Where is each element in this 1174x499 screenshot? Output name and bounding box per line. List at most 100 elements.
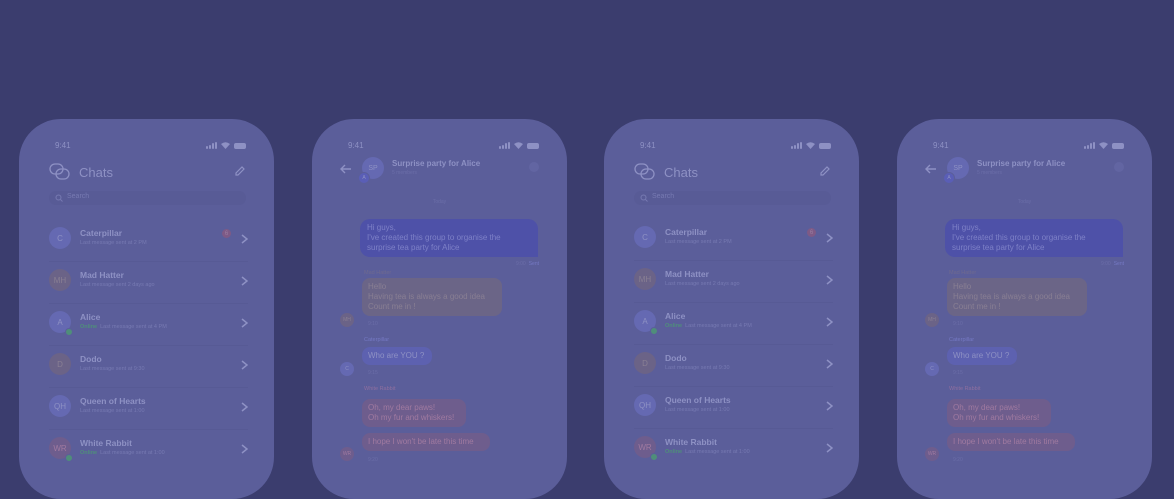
compose-icon[interactable] [234,165,246,177]
search-input[interactable]: Search [49,191,246,205]
message-time: 9:15 [953,370,963,376]
member-avatar: A [943,172,955,184]
chat-item-dodo[interactable]: D Dodo Last message sent at 9:30 [634,347,833,387]
divider [634,344,833,345]
chat-name: White Rabbit [665,437,717,447]
chat-item-dodo[interactable]: D Dodo Last message sent at 9:30 [49,348,248,388]
avatar: WR [925,447,939,461]
chat-item-alice[interactable]: A Alice Online Last message sent at 4 PM [634,305,833,345]
chat-subtitle: Online Last message sent at 1:00 [80,450,165,456]
chevron-right-icon [826,401,833,411]
chat-subtitle: Last message sent at 2 PM [665,239,732,245]
search-icon [55,194,63,202]
page-title: Chats [664,165,698,180]
avatar: C [634,226,656,248]
sender-name: Mad Hatter [949,270,977,276]
sender-name: Mad Hatter [364,270,392,276]
avatar: MH [340,313,354,327]
chevron-right-icon [826,443,833,453]
online-label: Online [665,323,683,329]
status-time: 9:41 [640,141,656,150]
message-time: 9:10 [953,321,963,327]
info-icon[interactable] [1114,162,1124,172]
divider [49,345,248,346]
chat-name: Caterpillar [665,227,708,237]
divider [634,428,833,429]
incoming-message: Oh, my dear paws! Oh my fur and whiskers… [362,399,466,427]
back-arrow-icon[interactable] [925,164,937,174]
battery-icon [527,142,539,149]
status-time: 9:41 [348,141,364,150]
chevron-right-icon [241,360,248,370]
wifi-icon [1099,142,1108,149]
message-line: Oh, my dear paws! [953,403,1021,412]
chat-subtitle: Last message sent at 1:00 [80,408,145,414]
chats-icon [634,163,655,180]
message-line: Count me in ! [953,302,1001,311]
conversation-header: SP A Surprise party for Alice 5 members [925,155,1124,185]
online-indicator [65,454,73,462]
chat-name: White Rabbit [80,438,132,448]
divider [634,260,833,261]
back-arrow-icon[interactable] [340,164,352,174]
chat-item-white-rabbit[interactable]: WR White Rabbit Online Last message sent … [634,431,833,471]
message-line: Oh my fur and whiskers! [368,413,455,422]
chat-subtitle: Last message sent 2 days ago [80,282,155,288]
wifi-icon [806,142,815,149]
sent-status: Sent [1113,261,1124,267]
message-line: Count me in ! [368,302,416,311]
online-label: Online [665,449,683,455]
online-indicator [650,327,658,335]
message-time: 9:10 [368,321,378,327]
chat-item-mad-hatter[interactable]: MH Mad Hatter Last message sent 2 days a… [634,263,833,303]
chat-item-caterpillar[interactable]: C Caterpillar Last message sent at 2 PM … [634,221,833,261]
incoming-message: Who are YOU ? [947,347,1017,365]
battery-icon [234,142,246,149]
chat-item-caterpillar[interactable]: C Caterpillar Last message sent at 2 PM … [49,222,248,262]
chevron-right-icon [241,444,248,454]
online-indicator [650,453,658,461]
message-line: surprise tea party for Alice [367,243,460,252]
search-placeholder: Search [67,193,90,200]
compose-icon[interactable] [819,165,831,177]
unread-badge: 6 [807,228,816,237]
message-line: Who are YOU ? [368,351,425,360]
chat-item-queen-of-hearts[interactable]: QH Queen of Hearts Last message sent at … [49,390,248,430]
page-title: Chats [79,165,113,180]
status-bar: 9:41 [55,141,246,153]
conversation-title: Surprise party for Alice [392,159,481,168]
chevron-right-icon [826,359,833,369]
chat-subtitle: Online Last message sent at 4 PM [80,324,167,330]
outgoing-message: Hi guys, I've created this group to orga… [945,219,1123,257]
incoming-message: Oh, my dear paws! Oh my fur and whiskers… [947,399,1051,427]
incoming-message: Hello Having tea is always a good idea C… [947,278,1087,316]
message-line: I hope I won't be late this time [953,437,1059,446]
conversation-title: Surprise party for Alice [977,159,1066,168]
avatar: D [49,353,71,375]
chat-item-queen-of-hearts[interactable]: QH Queen of Hearts Last message sent at … [634,389,833,429]
status-bar: 9:41 [640,141,831,153]
chat-subtitle: Last message sent at 1:00 [665,407,730,413]
avatar: MH [925,313,939,327]
chat-item-white-rabbit[interactable]: WR White Rabbit Online Last message sent … [49,432,248,472]
chat-name: Dodo [80,354,102,364]
chat-name: Caterpillar [80,228,123,238]
message-line: Having tea is always a good idea [953,292,1070,301]
message-line: Hi guys, [367,223,396,232]
sender-name: White Rabbit [364,386,396,392]
chat-subtitle: Online Last message sent at 1:00 [665,449,750,455]
chat-item-mad-hatter[interactable]: MH Mad Hatter Last message sent 2 days a… [49,264,248,304]
signal-icon [1084,142,1095,149]
last-message-time: Last message sent at 4 PM [100,324,167,330]
info-icon[interactable] [529,162,539,172]
search-input[interactable]: Search [634,191,831,205]
chat-name: Mad Hatter [665,269,709,279]
chat-item-alice[interactable]: A Alice Online Last message sent at 4 PM [49,306,248,346]
member-avatar: A [358,172,370,184]
chat-name: Dodo [665,353,687,363]
last-message-time: Last message sent at 4 PM [685,323,752,329]
message-time: 9:00 [1100,261,1111,267]
sent-status: Sent [528,261,539,267]
divider [49,303,248,304]
unread-badge: 6 [222,229,231,238]
